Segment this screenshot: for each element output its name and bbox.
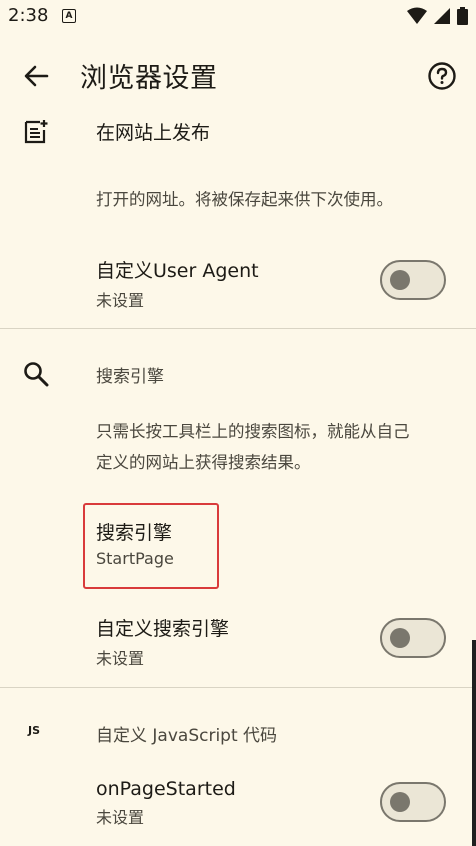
user-agent-value: 未设置 <box>96 291 145 310</box>
custom-search-engine-label: 自定义搜索引擎 <box>96 618 230 640</box>
highlight-box <box>83 503 219 589</box>
custom-search-engine-value: 未设置 <box>96 649 145 668</box>
status-bar: 2:38 A <box>0 0 476 32</box>
divider <box>0 687 476 688</box>
saved-url-description: 打开的网址。将被保存起来供下次使用。 <box>96 190 393 209</box>
on-page-started-label: onPageStarted <box>96 778 236 800</box>
divider <box>0 328 476 329</box>
on-page-started-switch[interactable] <box>380 782 446 822</box>
search-description-line2: 定义的网站上获得搜索结果。 <box>96 453 311 472</box>
help-icon[interactable] <box>426 60 458 92</box>
on-page-started-setting[interactable]: onPageStarted 未设置 <box>96 778 236 828</box>
signal-icon <box>434 8 450 24</box>
page-title: 浏览器设置 <box>80 63 218 94</box>
search-description-line1: 只需长按工具栏上的搜索图标，就能从自己 <box>96 422 410 441</box>
user-agent-switch[interactable] <box>380 260 446 300</box>
custom-search-engine-switch[interactable] <box>380 618 446 658</box>
js-section-header: 自定义 JavaScript 代码 <box>96 726 278 746</box>
javascript-icon: JS <box>28 724 41 737</box>
user-agent-label: 自定义User Agent <box>96 260 259 282</box>
search-description: 只需长按工具栏上的搜索图标，就能从自己 定义的网站上获得搜索结果。 <box>96 416 410 478</box>
status-icons <box>407 7 468 25</box>
back-arrow-icon[interactable] <box>20 60 52 92</box>
status-time: 2:38 <box>8 5 49 26</box>
custom-search-engine-setting[interactable]: 自定义搜索引擎 未设置 <box>96 614 229 669</box>
on-page-started-value: 未设置 <box>96 808 145 827</box>
switch-thumb <box>390 792 410 812</box>
wifi-icon <box>407 7 427 24</box>
search-section-header: 搜索引擎 <box>96 367 164 387</box>
battery-icon <box>457 7 468 25</box>
notification-a-icon: A <box>62 9 76 23</box>
app-bar: 浏览器设置 <box>0 40 476 110</box>
switch-thumb <box>390 270 410 290</box>
user-agent-setting[interactable]: 自定义User Agent 未设置 <box>96 256 259 311</box>
publish-row[interactable]: 在网站上发布 <box>96 118 210 145</box>
background-edge <box>472 640 476 846</box>
search-icon <box>24 362 49 387</box>
publish-document-icon <box>24 120 48 144</box>
switch-thumb <box>390 628 410 648</box>
